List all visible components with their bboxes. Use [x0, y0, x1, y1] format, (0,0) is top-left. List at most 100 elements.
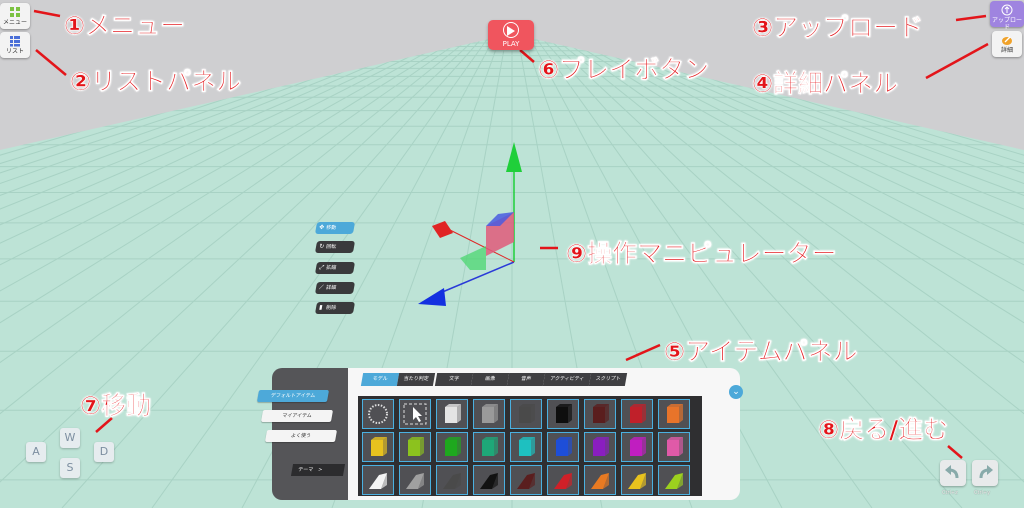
tab-image[interactable]: 画像	[470, 373, 510, 386]
detail-button[interactable]: 詳細	[992, 31, 1022, 57]
upload-button-label: アップロード	[991, 17, 1022, 31]
tool-rotate[interactable]: ↻ 回転	[314, 241, 356, 253]
tool-detail[interactable]: ⟋ 詳細	[314, 282, 356, 294]
item-cell[interactable]	[584, 399, 616, 429]
upload-globe-icon	[1001, 4, 1013, 16]
wedge-icon	[554, 473, 572, 489]
item-cell[interactable]	[510, 465, 542, 495]
tool-scale[interactable]: ⤢ 拡縮	[314, 262, 356, 274]
item-cell[interactable]	[399, 432, 431, 462]
item-cell[interactable]	[658, 432, 690, 462]
item-cell[interactable]	[399, 465, 431, 495]
tool-move[interactable]: ✥ 移動	[314, 222, 356, 234]
annotation-undo-redo: ⑧戻る/進む	[818, 415, 949, 445]
annotation-list-panel: ②リストパネル	[70, 67, 242, 97]
upload-button[interactable]: アップロード	[990, 1, 1024, 31]
category-frequently-used[interactable]: よく使う	[264, 430, 338, 442]
cube-icon	[445, 404, 461, 423]
theme-button[interactable]: テーマ >	[290, 464, 346, 476]
item-cell[interactable]	[510, 399, 542, 429]
category-my-items[interactable]: マイアイテム	[260, 410, 334, 422]
redo-arrow-icon	[979, 465, 993, 479]
wedge-icon	[665, 473, 683, 489]
key-s[interactable]: S	[60, 458, 80, 478]
key-w[interactable]: W	[60, 428, 80, 448]
item-cell[interactable]	[473, 465, 505, 495]
tool-detail-label: 詳細	[325, 285, 337, 291]
move-arrows-icon: ✥	[318, 224, 325, 231]
annotation-menu: ①メニュー	[64, 11, 186, 41]
list-button[interactable]: リスト	[0, 32, 30, 58]
undo-button[interactable]	[940, 460, 966, 486]
cube-icon	[371, 437, 387, 456]
wedge-icon	[443, 473, 461, 489]
list-icon	[10, 36, 20, 47]
item-cell[interactable]	[547, 465, 579, 495]
tool-scale-label: 拡縮	[325, 265, 337, 271]
item-cell[interactable]	[584, 465, 616, 495]
cube-icon	[445, 437, 461, 456]
detail-button-label: 詳細	[1000, 47, 1013, 54]
annotation-detail-panel: ④詳細パネル	[752, 69, 899, 99]
pencil-icon	[1002, 36, 1012, 45]
undo-shortcut-label: Ctrl+z	[942, 490, 958, 496]
item-cell[interactable]	[436, 432, 468, 462]
item-cell[interactable]	[547, 432, 579, 462]
tab-model[interactable]: モデル	[360, 373, 400, 386]
item-cell[interactable]	[362, 432, 394, 462]
item-cell[interactable]	[473, 399, 505, 429]
cube-icon	[556, 437, 572, 456]
item-cell[interactable]	[658, 399, 690, 429]
cube-icon	[667, 437, 683, 456]
key-d[interactable]: D	[94, 442, 114, 462]
item-cell[interactable]	[436, 399, 468, 429]
menu-button[interactable]: メニュー	[0, 3, 30, 29]
cube-icon	[667, 404, 683, 423]
wedge-icon	[628, 473, 646, 489]
item-cell[interactable]	[399, 399, 431, 429]
trash-icon: ▮	[318, 304, 324, 311]
cube-icon	[482, 404, 498, 423]
item-cell[interactable]	[510, 432, 542, 462]
tab-audio[interactable]: 音声	[506, 373, 546, 386]
cube-icon	[556, 404, 572, 423]
tab-text[interactable]: 文字	[434, 373, 474, 386]
cube-icon	[482, 437, 498, 456]
play-button[interactable]: PLAY	[488, 20, 534, 50]
key-a[interactable]: A	[26, 442, 46, 462]
tab-collision[interactable]: 当たり判定	[396, 373, 436, 386]
wedge-icon	[369, 473, 387, 489]
tool-delete[interactable]: ▮ 削除	[314, 302, 356, 314]
scale-icon: ⤢	[318, 264, 325, 271]
tool-move-label: 移動	[325, 225, 337, 231]
cube-icon	[630, 404, 646, 423]
tab-script[interactable]: スクリプト	[588, 373, 628, 386]
wedge-icon	[480, 473, 498, 489]
cube-icon	[630, 437, 646, 456]
item-cell[interactable]	[621, 399, 653, 429]
item-cell[interactable]	[436, 465, 468, 495]
cube-icon	[519, 404, 535, 423]
tool-rotate-label: 回転	[325, 244, 337, 250]
item-cell[interactable]	[473, 432, 505, 462]
redo-shortcut-label: Ctrl+y	[974, 490, 991, 496]
tab-activity[interactable]: アクティビティ	[542, 373, 592, 386]
item-cell[interactable]	[547, 399, 579, 429]
item-cell[interactable]	[584, 432, 616, 462]
annotation-upload: ③アップロード	[752, 13, 924, 43]
cube-icon	[593, 404, 609, 423]
cursor-icon	[403, 403, 427, 425]
chevron-down-icon[interactable]: ⌄	[729, 385, 743, 399]
item-cell[interactable]	[362, 465, 394, 495]
undo-arrow-icon	[945, 465, 959, 479]
item-cell[interactable]	[621, 465, 653, 495]
redo-button[interactable]	[972, 460, 998, 486]
category-default-items[interactable]: デフォルトアイテム	[256, 390, 330, 402]
item-cell[interactable]	[621, 432, 653, 462]
rotate-icon: ↻	[318, 243, 325, 250]
item-cell[interactable]	[362, 399, 394, 429]
cube-icon	[593, 437, 609, 456]
wedge-icon	[517, 473, 535, 489]
item-cell[interactable]	[658, 465, 690, 495]
play-icon	[503, 22, 519, 38]
